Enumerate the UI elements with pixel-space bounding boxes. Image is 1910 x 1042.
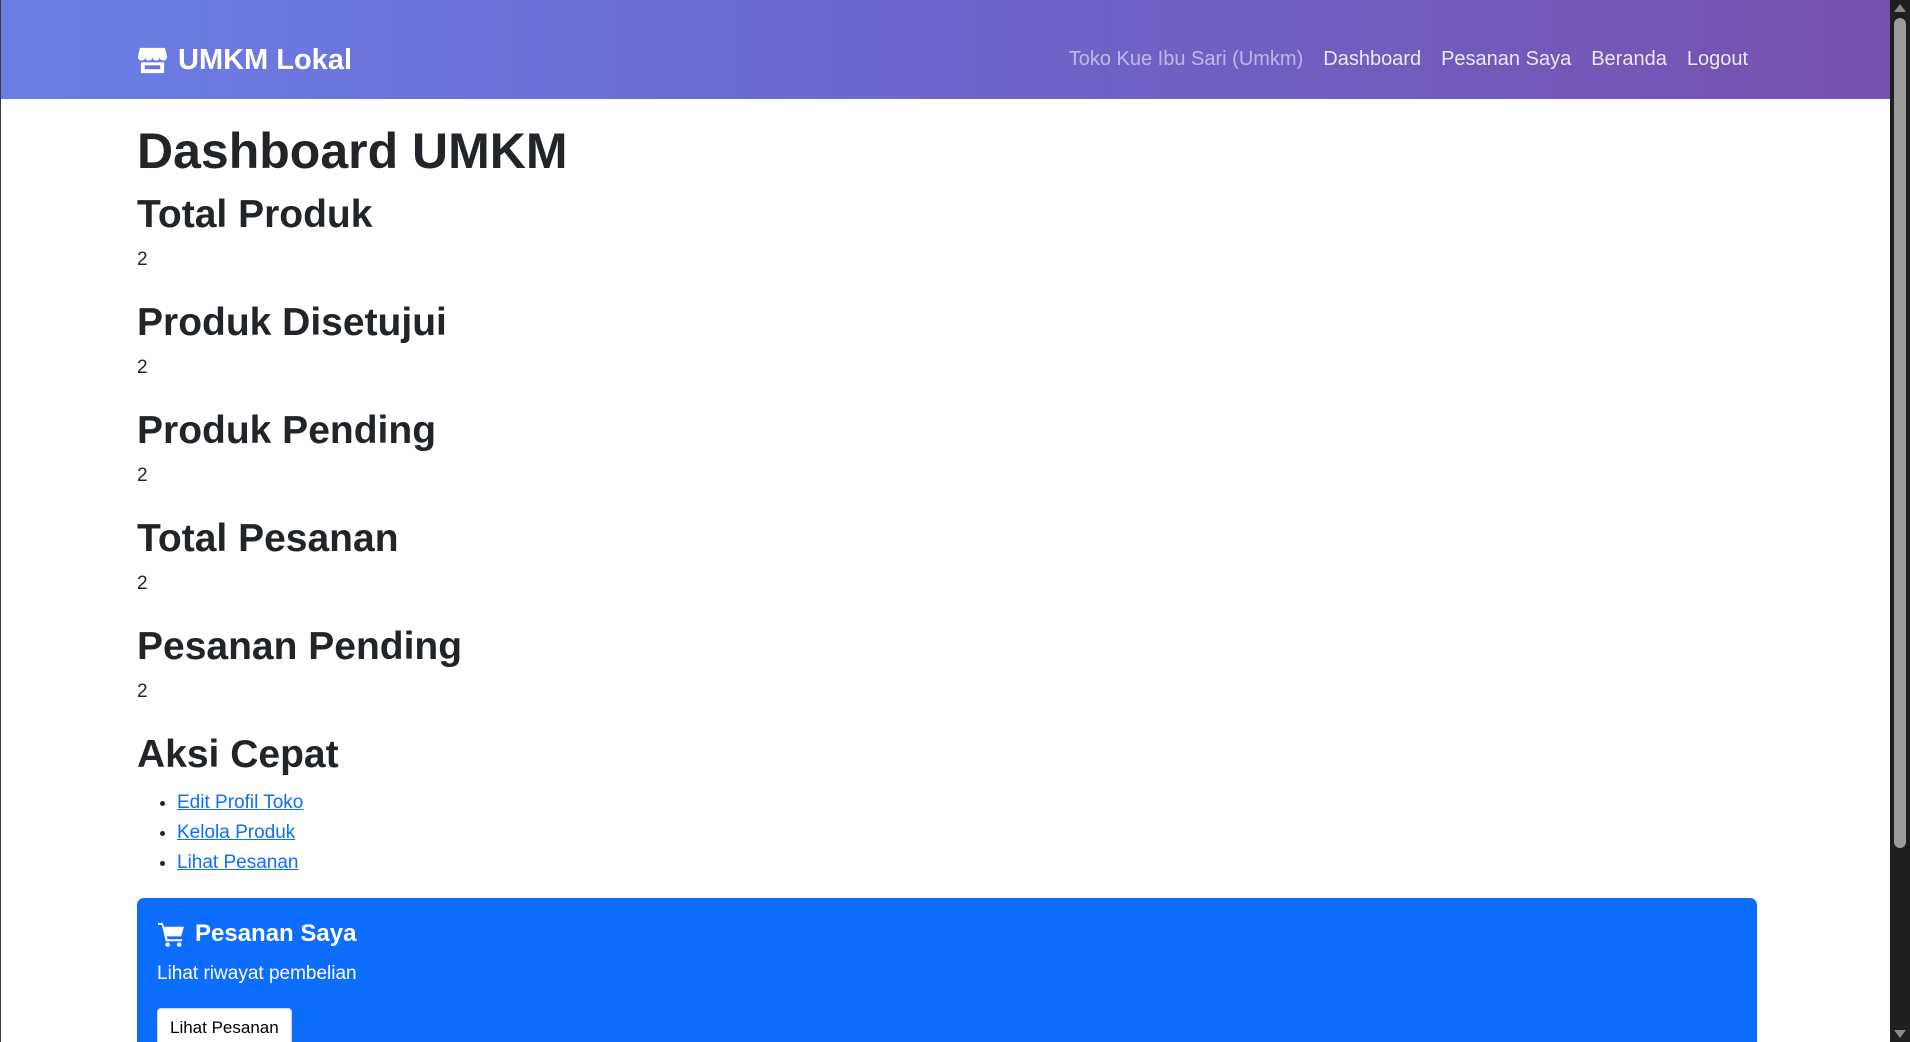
- stat-total-pesanan: Total Pesanan 2: [137, 516, 1757, 596]
- quick-actions-title: Aksi Cepat: [137, 733, 339, 776]
- browser-viewport: UMKM Lokal Toko Kue Ibu Sari (Umkm) Dash…: [0, 0, 1910, 1042]
- brand-logo[interactable]: UMKM Lokal: [137, 44, 352, 77]
- stat-produk-pending: Produk Pending 2: [137, 408, 1757, 488]
- scrollbar-thumb[interactable]: [1894, 18, 1906, 848]
- stat-value: 2: [137, 465, 148, 486]
- nav-links: Toko Kue Ibu Sari (Umkm) Dashboard Pesan…: [1069, 48, 1748, 71]
- scroll-up-arrow-icon[interactable]: [1894, 4, 1906, 12]
- stat-label: Total Produk: [137, 193, 373, 236]
- orders-card-title-text: Pesanan Saya: [195, 920, 357, 947]
- store-icon: [138, 47, 167, 74]
- scroll-down-arrow-icon[interactable]: [1894, 1030, 1906, 1038]
- nav-link-beranda[interactable]: Beranda: [1591, 48, 1667, 71]
- nav-link-logout[interactable]: Logout: [1687, 48, 1748, 71]
- view-orders-button[interactable]: Lihat Pesanan: [157, 1008, 292, 1042]
- stat-label: Produk Disetujui: [137, 301, 447, 344]
- orders-card-text: Lihat riwayat pembelian: [157, 963, 357, 984]
- edit-profile-link[interactable]: Edit Profil Toko: [177, 792, 303, 813]
- stat-value: 2: [137, 681, 148, 702]
- main-content: Dashboard UMKM Total Produk 2 Produk Dis…: [137, 120, 1757, 898]
- list-item: Kelola Produk: [177, 818, 1757, 848]
- scrollbar[interactable]: [1890, 0, 1910, 1042]
- orders-card: Pesanan Saya Lihat riwayat pembelian Lih…: [137, 898, 1757, 1042]
- stat-pesanan-pending: Pesanan Pending 2: [137, 624, 1757, 704]
- cart-icon: [158, 922, 185, 947]
- stat-value: 2: [137, 249, 148, 270]
- stat-label: Total Pesanan: [137, 517, 399, 560]
- nav-user-label: Toko Kue Ibu Sari (Umkm): [1068, 48, 1304, 70]
- stat-produk-disetujui: Produk Disetujui 2: [137, 300, 1757, 380]
- nav-link-pesanan-saya[interactable]: Pesanan Saya: [1441, 48, 1571, 71]
- orders-card-title: Pesanan Saya: [157, 920, 356, 948]
- stat-label: Pesanan Pending: [137, 625, 463, 668]
- nav-link-dashboard[interactable]: Dashboard: [1323, 48, 1421, 71]
- list-item: Edit Profil Toko: [177, 788, 1757, 818]
- brand-name: UMKM Lokal: [178, 44, 352, 76]
- quick-actions-list: Edit Profil Toko Kelola Produk Lihat Pes…: [137, 788, 1757, 878]
- page-title: Dashboard UMKM: [137, 123, 568, 179]
- stat-label: Produk Pending: [137, 409, 437, 452]
- stat-value: 2: [137, 573, 148, 594]
- manage-products-link[interactable]: Kelola Produk: [177, 822, 295, 843]
- navbar: UMKM Lokal Toko Kue Ibu Sari (Umkm) Dash…: [1, 0, 1891, 99]
- stat-value: 2: [137, 357, 148, 378]
- view-orders-link[interactable]: Lihat Pesanan: [177, 852, 299, 873]
- stat-total-produk: Total Produk 2: [137, 192, 1757, 272]
- list-item: Lihat Pesanan: [177, 848, 1757, 878]
